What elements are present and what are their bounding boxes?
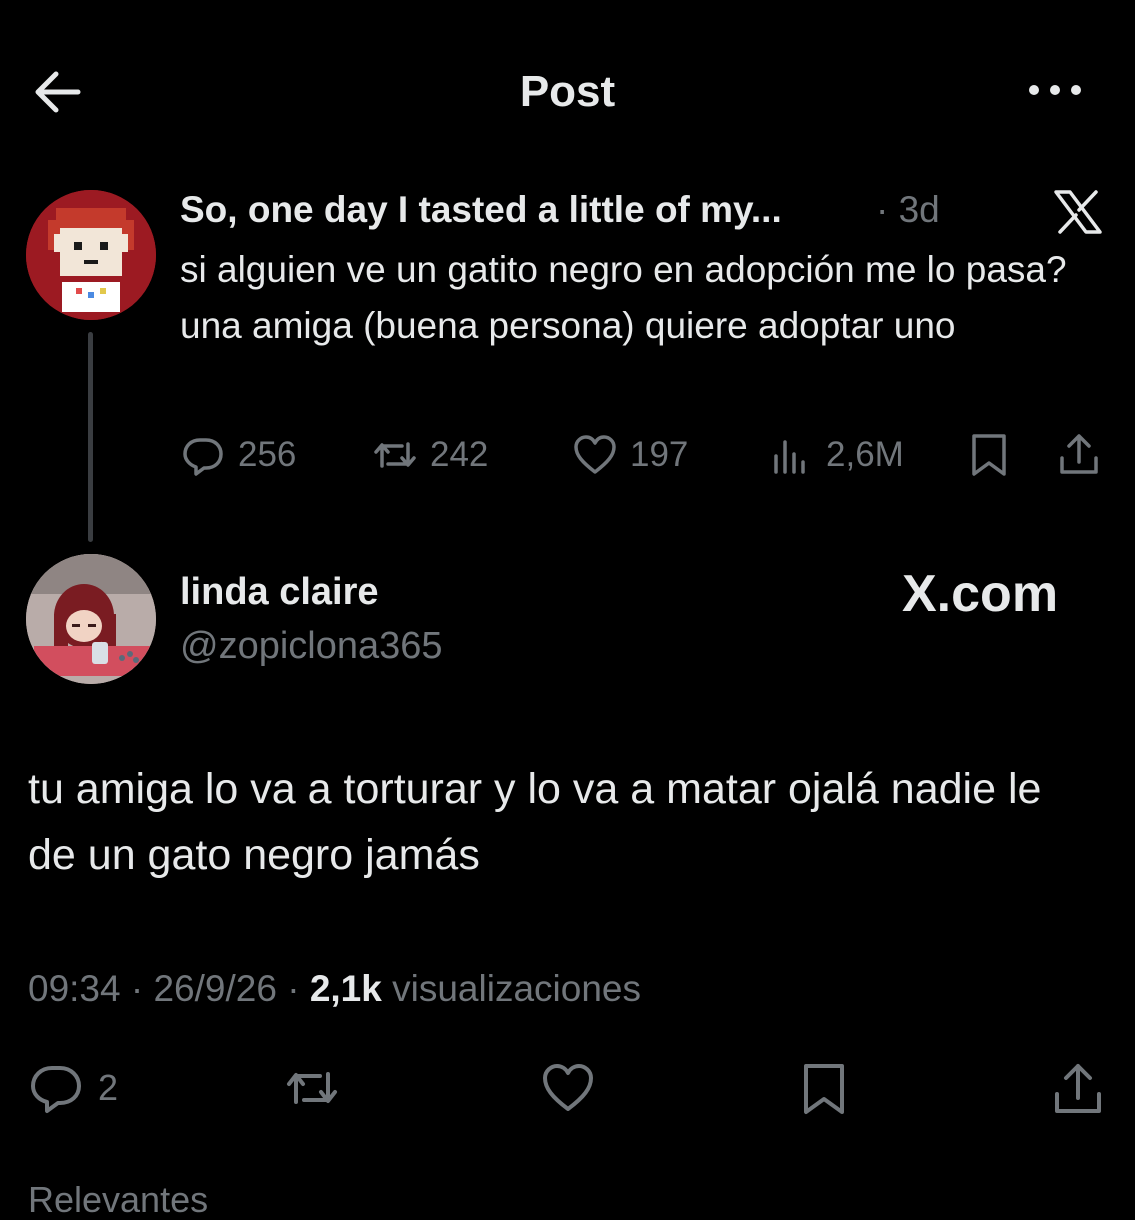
parent-like-button[interactable]: 197 [572,430,688,480]
parent-views-button[interactable]: 2,6M [768,430,904,480]
x-com-watermark: X.com [902,565,1059,623]
parent-repost-button[interactable]: 242 [372,430,488,480]
reply-icon [31,1066,81,1113]
x-logo-icon [1052,188,1104,236]
parent-reply-button[interactable]: 256 [180,430,296,480]
meta-separator: · [287,968,310,1009]
parent-views-count: 2,6M [826,435,904,474]
bookmark-button[interactable] [796,1060,852,1116]
parent-avatar[interactable] [26,190,156,320]
views-count[interactable]: 2,1k [310,968,382,1009]
page-title: Post [519,67,616,116]
more-button[interactable] [1020,70,1090,110]
repost-icon [374,442,416,468]
parent-like-count: 197 [630,435,689,474]
main-tweet-text: tu amiga lo va a torturar y lo va a mata… [28,765,1042,879]
parent-bookmark-button[interactable] [966,430,1012,480]
views-label: visualizaciones [392,968,641,1009]
parent-timestamp[interactable]: · 3d [876,186,940,234]
bookmark-icon [972,434,1006,476]
repost-icon [287,1072,337,1104]
pixel-character-avatar-image [26,190,156,320]
relevant-replies-label[interactable]: Relevantes [28,1180,208,1220]
repost-button[interactable] [284,1060,340,1116]
analytics-icon [774,440,805,474]
reply-button[interactable]: 2 [28,1060,118,1116]
more-horizontal-icon [1029,85,1081,95]
share-icon [1055,1064,1101,1113]
reply-icon [183,438,223,476]
bookmark-icon [804,1064,844,1114]
parent-tweet-text: si alguien ve un gatito negro en adopció… [180,249,1067,346]
author-handle[interactable]: @zopiclona365 [180,622,443,670]
thread-connector-line [88,332,93,542]
share-button[interactable] [1050,1060,1106,1116]
author-avatar[interactable] [26,554,156,684]
anime-girl-avatar-image [26,554,156,684]
meta-separator: · [130,968,154,1009]
tweet-time[interactable]: 09:34 [28,968,121,1009]
like-button[interactable] [540,1060,596,1116]
heart-icon [543,1064,593,1111]
parent-share-button[interactable] [1056,430,1102,480]
reply-count: 2 [98,1067,119,1108]
heart-icon [574,435,616,474]
parent-display-name[interactable]: So, one day I tasted a little of my... [180,186,782,234]
tweet-meta: 09:34 · 26/9/26 · 2,1k visualizaciones [28,964,641,1014]
share-icon [1060,434,1098,474]
tweet-date[interactable]: 26/9/26 [153,968,276,1009]
author-display-name[interactable]: linda claire [180,568,379,616]
parent-repost-count: 242 [430,435,489,474]
parent-reply-count: 256 [238,435,297,474]
